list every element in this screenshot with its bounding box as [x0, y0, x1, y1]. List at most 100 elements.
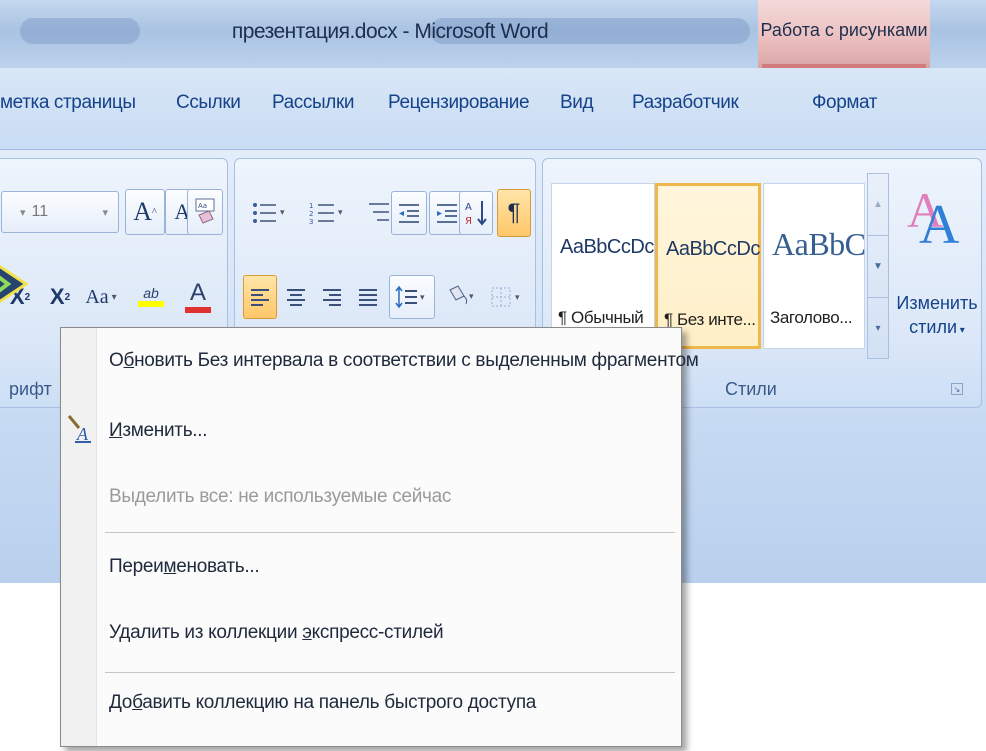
borders-icon: ▾: [491, 287, 520, 307]
style-no-spacing[interactable]: AaBbCcDc ¶ Без инте...: [655, 183, 761, 349]
svg-text:Aa: Aa: [198, 202, 207, 210]
change-case-glyph: Aa: [85, 285, 109, 308]
more-styles-icon[interactable]: ▾: [868, 298, 888, 358]
numbering-button[interactable]: 1 2 3 ▾: [301, 193, 357, 233]
accelerator-key: б: [123, 350, 135, 371]
justify-icon: [359, 289, 377, 306]
font-group-label: рифт: [9, 379, 52, 399]
menu-item-modify[interactable]: Изменить...: [109, 420, 208, 442]
tab-review[interactable]: Рецензирование: [388, 92, 530, 114]
tab-references[interactable]: Ссылки: [176, 92, 241, 114]
bullets-button[interactable]: ▾: [243, 193, 299, 233]
change-styles-label: Изменить стили ▾: [895, 291, 979, 343]
align-center-button[interactable]: [279, 275, 313, 319]
increase-indent-icon: [437, 204, 457, 223]
borders-button[interactable]: ▾: [485, 275, 529, 319]
text-highlight-button[interactable]: ab: [129, 273, 173, 319]
grow-font-glyph: A: [133, 197, 153, 226]
picture-tools-header: Работа с рисунками: [758, 0, 930, 68]
svg-text:A: A: [919, 194, 960, 255]
tab-view[interactable]: Вид: [560, 92, 594, 114]
menu-icon-gutter: [61, 328, 97, 746]
accelerator-key: э: [302, 622, 312, 643]
svg-text:1: 1: [309, 202, 313, 210]
justify-button[interactable]: [351, 275, 385, 319]
chevron-down-icon: ▾: [20, 206, 26, 219]
svg-text:3: 3: [309, 218, 313, 225]
dialog-launcher-icon[interactable]: ↘: [951, 383, 963, 395]
label-part: авить коллекцию на панель быстрого досту…: [142, 692, 537, 713]
label-part: Переи: [109, 556, 164, 577]
superscript-button[interactable]: X2: [41, 277, 79, 317]
menu-item-add-to-quick-access[interactable]: Добавить коллекцию на панель быстрого до…: [109, 692, 536, 714]
highlight-color-bar: [138, 301, 164, 307]
font-color-button[interactable]: A: [175, 273, 221, 319]
numbered-list-icon: 1 2 3 ▾: [309, 202, 343, 225]
style-sample: AaBbCcDc: [560, 236, 654, 258]
tab-mailings[interactable]: Рассылки: [272, 92, 354, 114]
superscript-glyph: X: [49, 284, 65, 309]
change-styles-button[interactable]: A A Изменить стили ▾: [895, 171, 979, 363]
label-part: кспресс-стилей: [311, 622, 444, 643]
font-color-bar: [185, 307, 211, 313]
sort-button[interactable]: A Я: [459, 191, 493, 235]
align-right-icon: [323, 289, 341, 306]
align-left-icon: [251, 289, 269, 306]
svg-text:A: A: [465, 202, 472, 213]
align-right-button[interactable]: [315, 275, 349, 319]
svg-text:▾: ▾: [515, 293, 520, 303]
label-part: новить Без интервала в соответствии с вы…: [134, 350, 699, 371]
highlight-glyph: ab: [143, 285, 159, 301]
grow-font-arrow-icon: ^: [152, 206, 157, 218]
align-center-icon: [287, 289, 305, 306]
shading-button[interactable]: ▾: [439, 275, 483, 319]
label-part: До: [109, 692, 133, 713]
font-color-glyph: A: [189, 279, 206, 306]
style-sample: AaBbC: [772, 226, 866, 262]
title-bar: презентация.docx - Microsoft Word Работа…: [0, 0, 986, 68]
svg-text:Я: Я: [465, 216, 472, 227]
chevron-down-icon[interactable]: ▼: [868, 236, 888, 298]
change-styles-line2: стили: [909, 317, 958, 337]
picture-tools-label: Работа с рисунками: [760, 20, 928, 40]
bullet-list-icon: ▾: [253, 203, 285, 223]
tab-page-layout[interactable]: метка страницы: [0, 92, 136, 114]
menu-item-update-style[interactable]: Обновить Без интервала в соответствии с …: [109, 350, 699, 372]
paint-bucket-icon: ▾: [449, 285, 474, 305]
modify-style-icon: A: [67, 415, 91, 444]
grow-font-button[interactable]: A ^: [125, 189, 165, 235]
align-left-button[interactable]: [243, 275, 277, 319]
style-heading[interactable]: AaBbC Заголово...: [763, 183, 866, 349]
superscript-mark: 2: [64, 291, 71, 303]
svg-text:▾: ▾: [420, 293, 425, 303]
change-case-button[interactable]: Aa ▾: [79, 277, 123, 317]
tab-format[interactable]: Формат: [812, 92, 877, 114]
label-part: еновать...: [176, 556, 260, 577]
decrease-indent-button[interactable]: [391, 191, 427, 235]
tab-developer[interactable]: Разработчик: [632, 92, 739, 114]
pilcrow-icon: ¶: [507, 199, 521, 226]
style-caption: Заголово...: [770, 308, 853, 327]
clear-formatting-button[interactable]: Aa: [187, 189, 223, 235]
menu-item-select-all: Выделить все: не используемые сейчас: [109, 486, 452, 507]
font-size-combo[interactable]: ▾ 11 ▾: [1, 191, 119, 233]
sort-az-icon: A Я: [465, 201, 487, 227]
style-normal[interactable]: AaBbCcDc ¶ Обычный: [551, 183, 655, 349]
ribbon-tabs: метка страницы Ссылки Рассылки Рецензиро…: [0, 68, 986, 150]
decrease-indent-icon: [399, 204, 419, 223]
label-part: зменить...: [122, 420, 208, 441]
style-gallery-scrollbar[interactable]: ▲ ▼ ▾: [867, 173, 889, 359]
show-formatting-marks-button[interactable]: ¶: [497, 189, 531, 237]
window-title: презентация.docx - Microsoft Word: [231, 20, 549, 43]
font-size-value: 11: [31, 203, 49, 220]
styles-group-label: Стили: [725, 379, 777, 399]
menu-separator: [105, 672, 675, 673]
menu-item-remove-from-gallery[interactable]: Удалить из коллекции экспресс-стилей: [109, 622, 444, 644]
chevron-up-icon[interactable]: ▲: [868, 174, 888, 236]
menu-item-rename[interactable]: Переименовать...: [109, 556, 260, 578]
svg-text:▾: ▾: [280, 208, 285, 218]
line-spacing-button[interactable]: ▾: [389, 275, 435, 319]
svg-text:▾: ▾: [338, 208, 343, 218]
double-chevron-right-icon[interactable]: [0, 262, 30, 306]
line-spacing-icon: ▾: [395, 285, 425, 309]
